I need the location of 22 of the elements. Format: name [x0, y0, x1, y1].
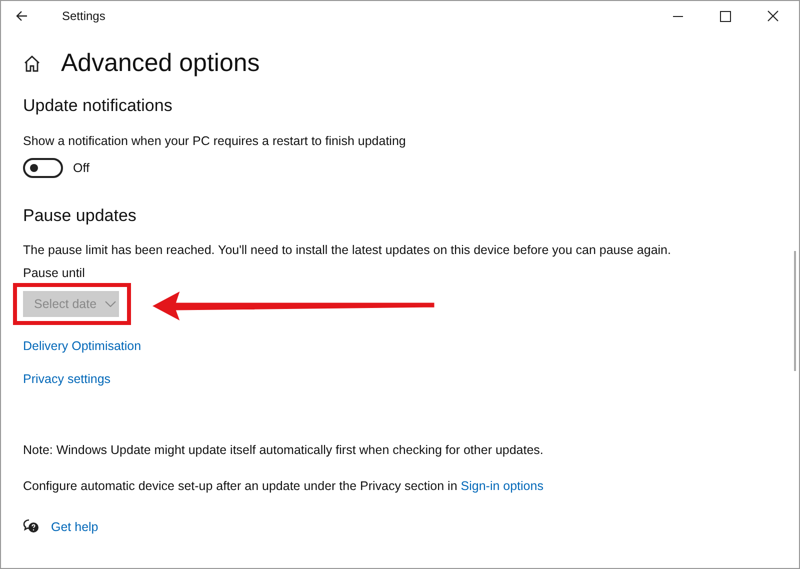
- toggle-label: Off: [73, 161, 90, 175]
- note-text: Note: Windows Update might update itself automatically first when checking for other updates.: [23, 443, 544, 457]
- back-icon[interactable]: [16, 10, 28, 22]
- chevron-down-icon: [104, 301, 116, 307]
- settings-link[interactable]: Delivery Optimisation: [23, 339, 142, 353]
- toggle-switch[interactable]: [23, 158, 63, 178]
- help-chat-icon: [23, 519, 39, 534]
- close-icon[interactable]: [767, 10, 779, 22]
- scrollbar[interactable]: [794, 251, 796, 371]
- get-help-link[interactable]: Get help: [51, 520, 98, 534]
- window-title: Settings: [62, 9, 106, 23]
- section-heading: Pause updates: [23, 206, 138, 226]
- setting-description: Show a notification when your PC requires a restart to finish updating: [23, 134, 406, 148]
- pause-limit-message: The pause limit has been reached. You'll need to install the latest updates on this device before you can pause again.: [23, 243, 671, 257]
- page-title: Advanced options: [61, 49, 260, 78]
- home-icon[interactable]: [23, 55, 41, 72]
- sign-in-options-link[interactable]: Sign-in options: [460, 479, 544, 493]
- configure-text: Configure automatic device set-up after an update under the Privacy section in Sign-in options: [23, 479, 544, 493]
- section-heading: Update notifications: [23, 96, 174, 116]
- maximize-icon[interactable]: [720, 10, 731, 22]
- field-label: Pause until: [23, 266, 85, 280]
- settings-link[interactable]: Privacy settings: [23, 372, 111, 386]
